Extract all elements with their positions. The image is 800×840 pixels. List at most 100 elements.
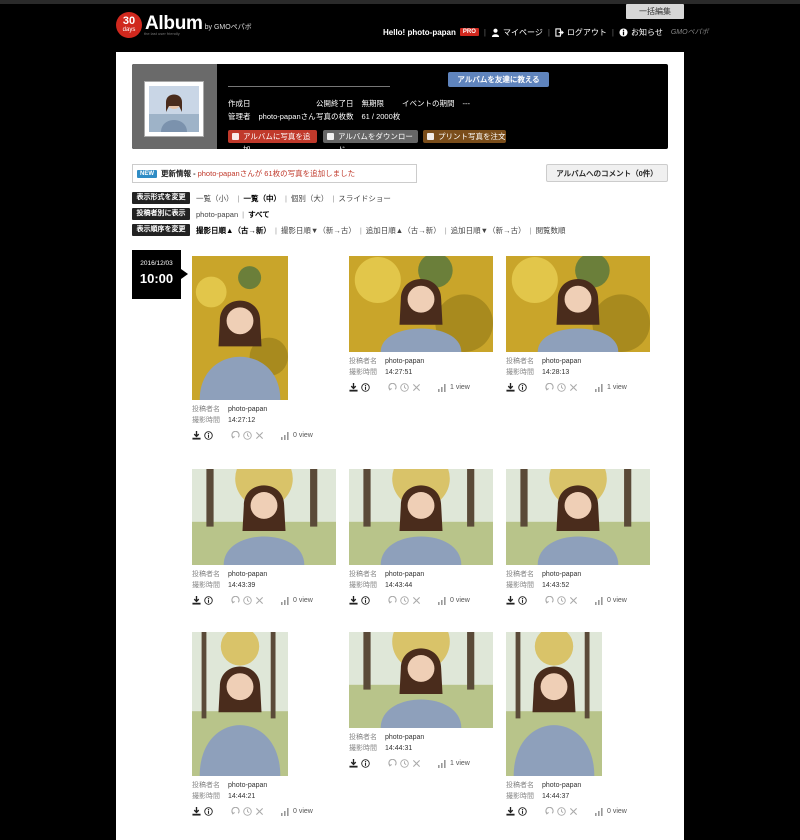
delete-icon[interactable] <box>569 383 578 392</box>
download-album-button[interactable]: アルバムをダウンロード <box>323 130 418 154</box>
clock-icon[interactable] <box>400 759 409 768</box>
delete-icon[interactable] <box>412 759 421 768</box>
photo-thumbnail-image[interactable] <box>506 256 650 352</box>
clock-icon[interactable] <box>557 596 566 605</box>
order-print-button[interactable]: プリント写真を注文 <box>423 130 506 143</box>
info-icon[interactable] <box>518 807 527 816</box>
group-time: 10:00 <box>139 271 174 286</box>
rotate-icon[interactable] <box>388 383 397 392</box>
photo-poster: 投稿者名 photo-papan <box>506 782 582 789</box>
album-cover[interactable] <box>132 64 217 149</box>
photo-thumbnail-image[interactable] <box>349 469 493 565</box>
download-icon[interactable] <box>506 807 515 816</box>
info-icon[interactable] <box>204 596 213 605</box>
photo-thumbnail-image[interactable] <box>192 469 336 565</box>
info-icon[interactable] <box>204 431 213 440</box>
rotate-icon[interactable] <box>231 431 240 440</box>
album-comment-button[interactable]: アルバムへのコメント（0件） <box>546 164 668 182</box>
info-icon[interactable] <box>361 383 370 392</box>
download-icon[interactable] <box>349 596 358 605</box>
add-photo-button[interactable]: アルバムに写真を追加 <box>228 130 317 154</box>
clock-icon[interactable] <box>243 596 252 605</box>
info-icon[interactable] <box>361 596 370 605</box>
photo-card: 投稿者名 photo-papan 撮影時間 14:27:12 0 view <box>192 256 313 441</box>
delete-icon[interactable] <box>569 596 578 605</box>
order-option[interactable]: 撮影日順▼（新→古） <box>281 225 356 236</box>
main-content: アルバムを友達に教える 作成日 公開終了日 無期限 イベントの期間 --- 管理者 p… <box>116 52 684 840</box>
rotate-icon[interactable] <box>388 596 397 605</box>
rotate-icon[interactable] <box>231 596 240 605</box>
bar-chart-icon <box>281 807 289 816</box>
photo-thumbnail-image[interactable] <box>506 632 602 776</box>
gmo-logo[interactable]: GMOペパボ <box>671 27 709 37</box>
delete-icon[interactable] <box>412 383 421 392</box>
info-icon[interactable] <box>518 596 527 605</box>
hello-user: Hello! photo-papan <box>383 27 456 37</box>
download-icon[interactable] <box>506 596 515 605</box>
info-icon[interactable] <box>204 807 213 816</box>
order-option[interactable]: 撮影日順▲（古→新） <box>196 225 271 236</box>
logout-label: ログアウト <box>566 27 607 37</box>
share-album-button[interactable]: アルバムを友達に教える <box>448 72 549 87</box>
clock-icon[interactable] <box>243 431 252 440</box>
clock-icon[interactable] <box>557 807 566 816</box>
display-option[interactable]: 一覧（小） <box>196 193 234 204</box>
mypage-link[interactable]: マイページ <box>491 27 543 38</box>
clock-icon[interactable] <box>400 596 409 605</box>
info-icon[interactable] <box>518 383 527 392</box>
top-nav: Hello! photo-papan PRO | マイページ | ログアウト |… <box>383 26 709 38</box>
poster-option[interactable]: photo-papan <box>196 210 238 219</box>
delete-icon[interactable] <box>412 596 421 605</box>
view-count: 0 view <box>438 596 470 605</box>
order-option[interactable]: 追加日順▼（新→古） <box>451 225 526 236</box>
download-icon[interactable] <box>506 383 515 392</box>
bar-chart-icon <box>438 596 446 605</box>
photo-info: 投稿者名 photo-papan 撮影時間 14:44:31 <box>349 732 493 754</box>
rotate-icon[interactable] <box>388 759 397 768</box>
info-icon[interactable] <box>361 759 370 768</box>
nav-separator: | <box>483 27 486 37</box>
bulk-edit-button[interactable]: 一括編集 <box>626 4 684 19</box>
order-option[interactable]: 追加日順▲（古→新） <box>366 225 441 236</box>
photo-info: 投稿者名 photo-papan 撮影時間 14:27:12 <box>192 404 313 426</box>
photo-thumbnail-image[interactable] <box>192 256 288 400</box>
photo-tools: 0 view <box>192 595 336 606</box>
poster-option[interactable]: すべて <box>248 209 270 220</box>
news-bar: NEW 更新情報 - photo-papanさんが 61枚の写真を追加しました <box>132 164 417 183</box>
photo-info: 投稿者名 photo-papan 撮影時間 14:44:37 <box>506 780 627 802</box>
logo[interactable]: 30 days Album by GMOペパボ <box>116 12 252 40</box>
download-icon[interactable] <box>192 431 201 440</box>
clock-icon[interactable] <box>557 383 566 392</box>
clock-icon[interactable] <box>243 807 252 816</box>
photo-time: 撮影時間 14:43:52 <box>506 582 570 589</box>
logout-link[interactable]: ログアウト <box>555 27 607 38</box>
download-icon[interactable] <box>192 596 201 605</box>
delete-icon[interactable] <box>569 807 578 816</box>
photo-thumbnail-image[interactable] <box>506 469 650 565</box>
delete-icon[interactable] <box>255 431 264 440</box>
delete-icon[interactable] <box>255 596 264 605</box>
display-option[interactable]: 個別（大） <box>291 193 329 204</box>
notice-link[interactable]: お知らせ <box>619 27 663 38</box>
rotate-icon[interactable] <box>545 596 554 605</box>
photo-thumbnail-image[interactable] <box>192 632 288 776</box>
rotate-icon[interactable] <box>231 807 240 816</box>
news-message[interactable]: photo-papanさんが 61枚の写真を追加しました <box>198 168 356 179</box>
clock-icon[interactable] <box>400 383 409 392</box>
photo-poster: 投稿者名 photo-papan <box>349 571 425 578</box>
download-icon[interactable] <box>349 383 358 392</box>
download-icon[interactable] <box>192 807 201 816</box>
view-count: 0 view <box>281 807 313 816</box>
photo-thumbnail-image[interactable] <box>349 632 493 728</box>
download-icon[interactable] <box>349 759 358 768</box>
delete-icon[interactable] <box>255 807 264 816</box>
photo-thumbnail-image[interactable] <box>349 256 493 352</box>
view-count: 1 view <box>438 383 470 392</box>
rotate-icon[interactable] <box>545 383 554 392</box>
rotate-icon[interactable] <box>545 807 554 816</box>
cover-photo <box>144 81 204 137</box>
display-option[interactable]: 一覧（中） <box>243 193 281 204</box>
filter-separator: | <box>444 225 447 235</box>
display-option[interactable]: スライドショー <box>338 193 391 204</box>
order-option[interactable]: 閲覧数順 <box>536 225 566 236</box>
